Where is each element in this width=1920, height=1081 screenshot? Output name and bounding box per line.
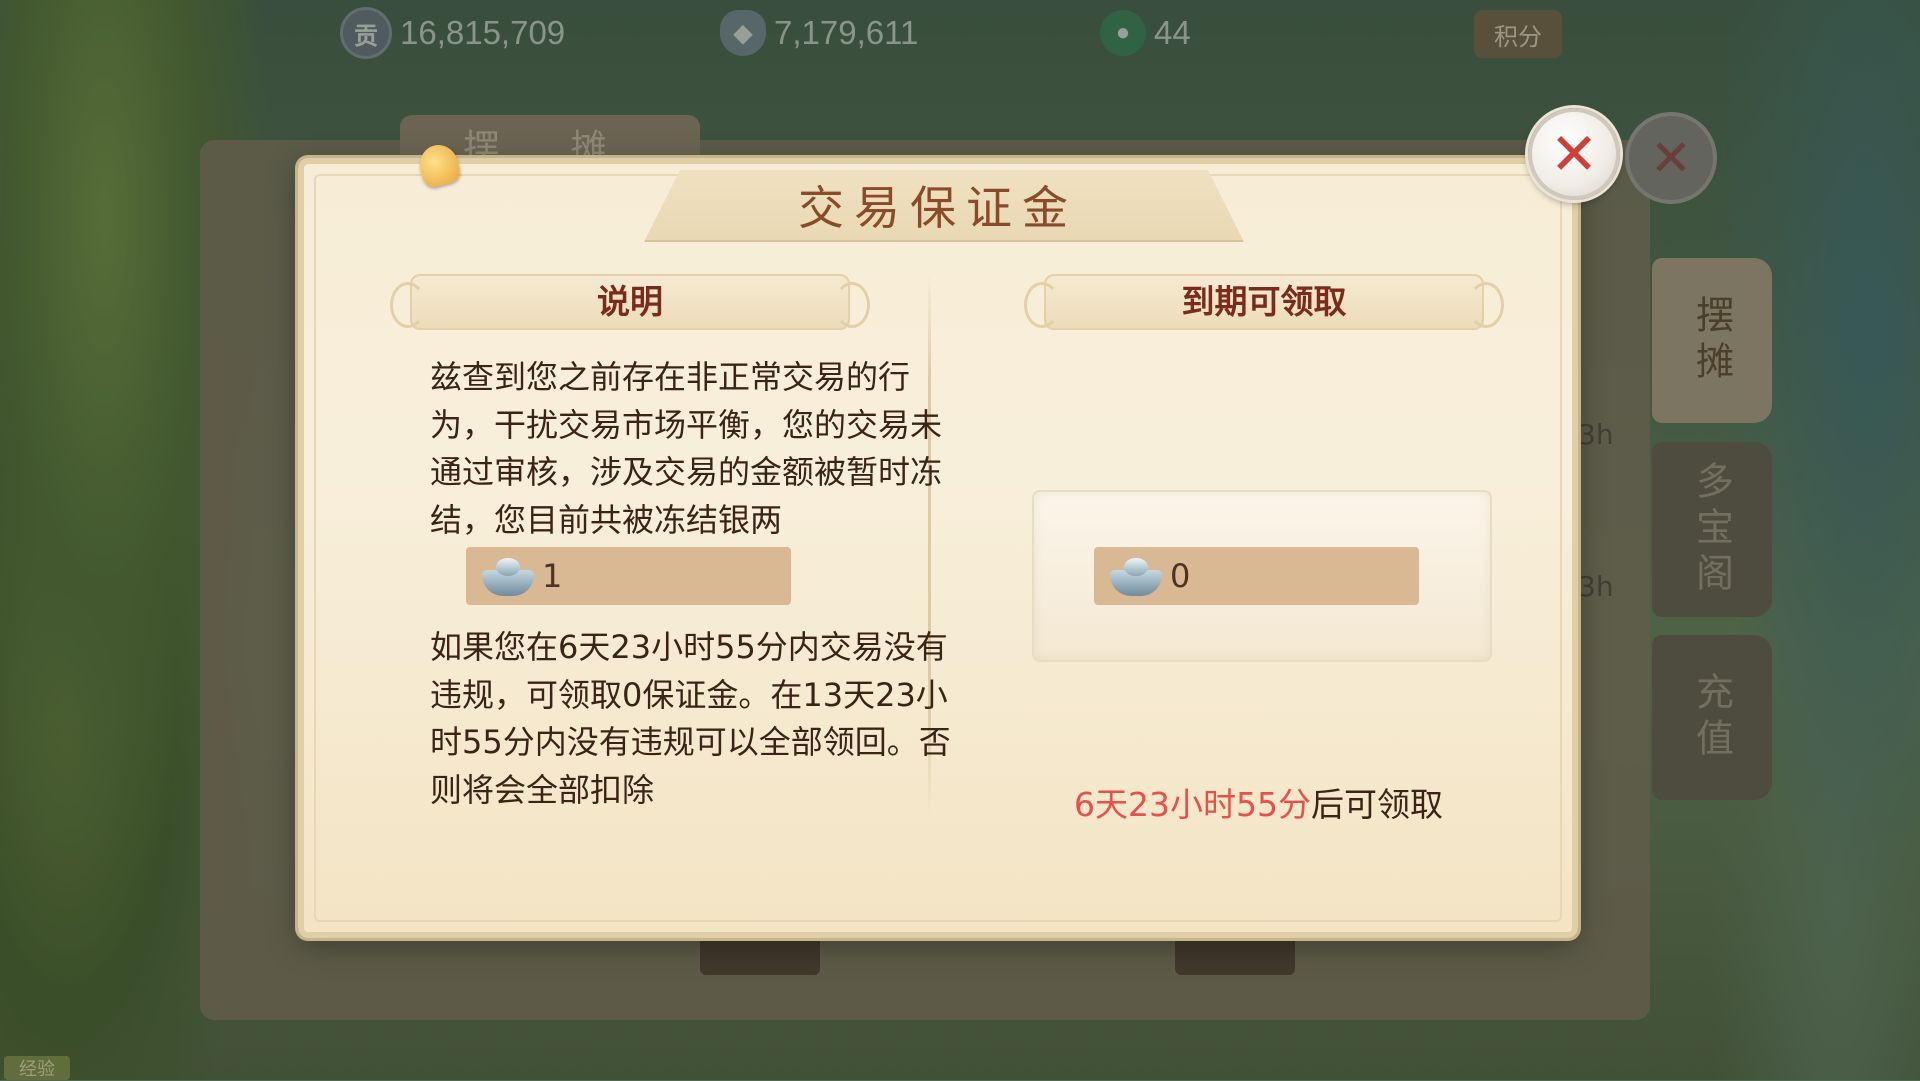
explanation-header: 说明 <box>390 274 870 330</box>
claim-countdown-time: 6天23小时55分 <box>1074 785 1311 824</box>
claimable-header: 到期可领取 <box>1024 274 1504 330</box>
dialog-close-button[interactable]: ✕ <box>1528 108 1620 200</box>
trade-deposit-dialog: 交易保证金 说明 兹查到您之前存在非正常交易的行为，干扰交易市场平衡，您的交易未… <box>298 158 1578 938</box>
silver-ingot-icon <box>1110 556 1162 596</box>
claim-countdown: 6天23小时55分后可领取 <box>1074 778 1443 826</box>
frozen-amount-value: 1 <box>542 557 563 595</box>
claim-countdown-suffix: 后可领取 <box>1310 785 1443 824</box>
claimable-amount-value: 0 <box>1170 557 1191 595</box>
explanation-text-1: 兹查到您之前存在非正常交易的行为，干扰交易市场平衡，您的交易未通过审核，涉及交易… <box>430 358 943 539</box>
claimable-amount-field: 0 <box>1094 547 1419 605</box>
dialog-title: 交易保证金 <box>798 181 1078 235</box>
explanation-text-2: 如果您在6天23小时55分内交易没有违规，可领取0保证金。在13天23小时55分… <box>430 628 951 809</box>
silver-ingot-icon <box>482 556 534 596</box>
frozen-amount-field: 1 <box>466 547 791 605</box>
